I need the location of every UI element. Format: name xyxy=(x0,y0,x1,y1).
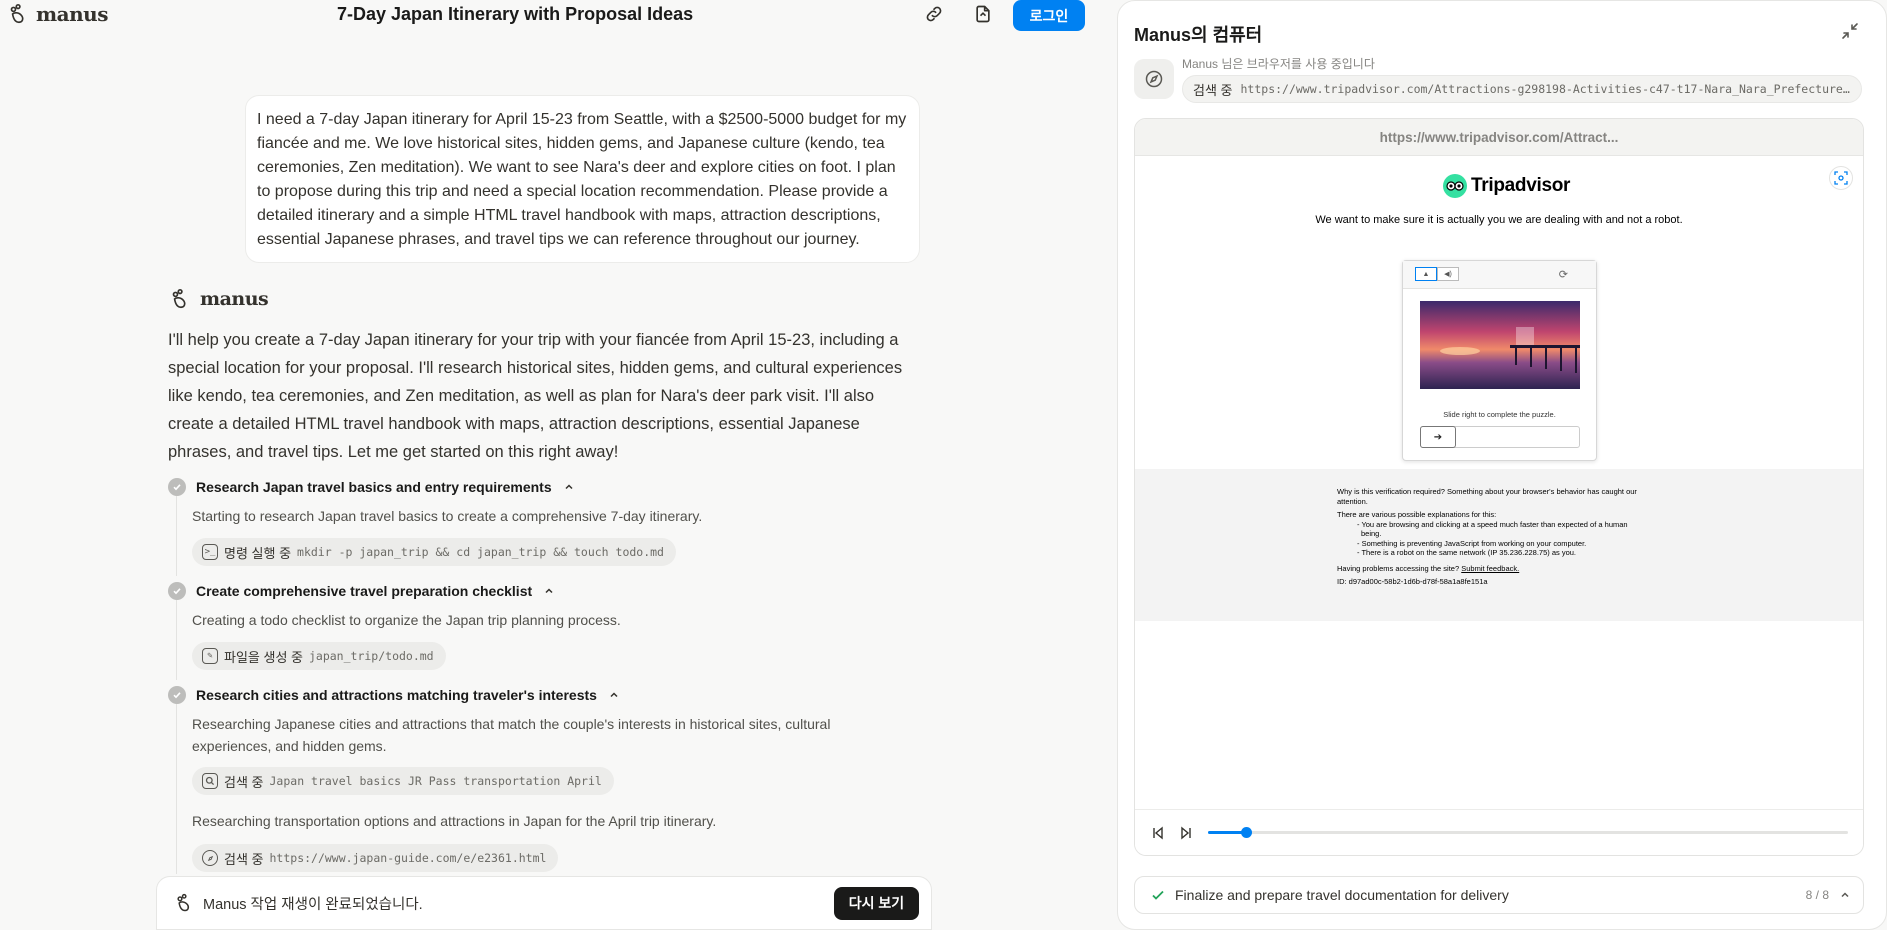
check-icon xyxy=(1152,890,1164,900)
step-1[interactable]: Research Japan travel basics and entry r… xyxy=(168,478,576,496)
captcha-hint: Slide right to complete the puzzle. xyxy=(1443,410,1556,419)
owl-icon xyxy=(1443,174,1467,198)
step-connector xyxy=(176,704,177,874)
browser-tool-icon xyxy=(1134,59,1174,99)
action-chip[interactable]: 검색 중 https://www.japan-guide.com/e/e2361… xyxy=(192,844,559,872)
step-connector xyxy=(176,496,177,576)
browser-viewport: Tripadvisor We want to make sure it is a… xyxy=(1135,156,1863,806)
step-description: Creating a todo checklist to organize th… xyxy=(192,612,621,628)
tripadvisor-logo: Tripadvisor xyxy=(1443,174,1570,198)
computer-panel: Manus의 컴퓨터 Manus 님은 브라우저를 사용 중입니다 검색 중 h… xyxy=(1117,0,1887,930)
action-chip[interactable]: >_ 명령 실행 중 mkdir -p japan_trip && cd jap… xyxy=(192,538,676,566)
captcha-header: ▲ ◀) ⟳ xyxy=(1403,261,1596,289)
action-url: https://www.tripadvisor.com/Attractions-… xyxy=(1240,82,1852,96)
chip-code: Japan travel basics JR Pass transportati… xyxy=(269,774,602,788)
reason-2: - Something is preventing JavaScript fro… xyxy=(1357,538,1587,548)
chevron-up-icon[interactable] xyxy=(562,480,576,494)
action-chip[interactable]: ✎ 파일을 생성 중 japan_trip/todo.md xyxy=(192,642,446,670)
replay-progress-knob[interactable] xyxy=(1241,827,1252,838)
collapse-icon[interactable] xyxy=(1840,21,1860,41)
task-count: 8 / 8 xyxy=(1805,888,1829,902)
step-3[interactable]: Research cities and attractions matching… xyxy=(168,686,621,704)
screenshot-icon[interactable] xyxy=(1829,166,1853,190)
assistant-name: manus xyxy=(200,288,269,310)
manus-paw-icon xyxy=(172,289,186,309)
step-description: Starting to research Japan travel basics… xyxy=(192,508,703,524)
tripadvisor-name: Tripadvisor xyxy=(1471,175,1571,196)
captcha-puzzle-image xyxy=(1420,301,1580,389)
search-icon xyxy=(202,773,218,789)
current-task-bar[interactable]: Finalize and prepare travel documentatio… xyxy=(1134,876,1864,914)
computer-panel-title: Manus의 컴퓨터 xyxy=(1134,25,1263,45)
robot-check-message: We want to make sure it is actually you … xyxy=(1315,214,1683,226)
assistant-label: manus xyxy=(170,288,269,310)
action-chip[interactable]: 검색 중 Japan travel basics JR Pass transpo… xyxy=(192,767,614,795)
manus-paw-icon xyxy=(177,893,190,912)
compass-icon xyxy=(202,850,218,866)
replay-player xyxy=(1135,809,1863,855)
brand-name: manus xyxy=(36,2,108,26)
browser-window: https://www.tripadvisor.com/Attract... T… xyxy=(1134,118,1864,856)
assistant-reply: I'll help you create a 7-day Japan itine… xyxy=(168,331,903,461)
why-title: Why is this verification required? Somet… xyxy=(1337,487,1637,506)
share-link-icon[interactable] xyxy=(922,2,946,26)
reason-1-cont: being. xyxy=(1361,529,1382,538)
file-export-icon[interactable] xyxy=(971,2,995,26)
reason-1: - You are browsing and clicking at a spe… xyxy=(1357,519,1628,529)
browser-url-bar: https://www.tripadvisor.com/Attract... xyxy=(1135,119,1863,156)
step-2[interactable]: Create comprehensive travel preparation … xyxy=(168,582,556,600)
chip-label: 파일을 생성 중 xyxy=(224,649,303,665)
skip-forward-icon[interactable] xyxy=(1177,824,1195,842)
current-task-text: Finalize and prepare travel documentatio… xyxy=(1175,887,1509,903)
check-icon xyxy=(168,686,186,704)
page-title: 7-Day Japan Itinerary with Proposal Idea… xyxy=(337,4,694,24)
replay-button[interactable]: 다시 보기 xyxy=(834,886,919,920)
chip-code: mkdir -p japan_trip && cd japan_trip && … xyxy=(297,545,664,559)
step-title: Research Japan travel basics and entry r… xyxy=(196,479,552,495)
replay-status-bar: Manus 작업 재생이 완료되었습니다. 다시 보기 xyxy=(156,876,932,930)
edit-file-icon: ✎ xyxy=(202,648,218,664)
skip-back-icon[interactable] xyxy=(1149,824,1167,842)
agent-status-text: Manus 님은 브라우저를 사용 중입니다 xyxy=(1182,57,1375,71)
audio-mode-icon[interactable]: ◀) xyxy=(1437,267,1459,281)
brand-logo[interactable]: manus xyxy=(8,2,108,26)
image-mode-icon[interactable]: ▲ xyxy=(1415,267,1437,281)
chip-label: 검색 중 xyxy=(224,774,264,790)
request-id: ID: d97ad00c-58b2-1d6b-d78f-58a1a8fe151a xyxy=(1337,577,1488,586)
user-message: I need a 7-day Japan itinerary for April… xyxy=(245,95,920,263)
chevron-up-icon[interactable] xyxy=(542,584,556,598)
chat-pane: manus 7-Day Japan Itinerary with Proposa… xyxy=(0,0,1100,930)
verification-explanation: Why is this verification required? Somet… xyxy=(1135,469,1863,621)
check-icon xyxy=(168,478,186,496)
manus-paw-icon xyxy=(10,4,24,24)
submit-feedback-link[interactable]: Submit feedback. xyxy=(1461,564,1519,573)
slider-arrow-icon[interactable]: ➔ xyxy=(1420,426,1456,448)
chip-code: https://www.japan-guide.com/e/e2361.html xyxy=(269,851,547,865)
why-intro: There are various possible explanations … xyxy=(1337,510,1497,519)
step-title: Create comprehensive travel preparation … xyxy=(196,583,533,599)
replay-status-message: Manus 작업 재생이 완료되었습니다. xyxy=(203,896,423,913)
replay-progress-track[interactable] xyxy=(1208,827,1848,838)
terminal-icon: >_ xyxy=(202,544,218,560)
action-label: 검색 중 xyxy=(1193,82,1233,98)
check-icon xyxy=(168,582,186,600)
reason-3: - There is a robot on the same network (… xyxy=(1357,548,1577,557)
current-action-pill: 검색 중 https://www.tripadvisor.com/Attract… xyxy=(1182,75,1862,103)
captcha-widget: ▲ ◀) ⟳ Slide right to complete the puzzl… xyxy=(1402,260,1597,461)
captcha-slider-track[interactable]: ➔ xyxy=(1420,426,1580,448)
chip-label: 명령 실행 중 xyxy=(224,545,292,561)
step-description: Researching Japanese cities and attracti… xyxy=(192,716,831,754)
chip-code: japan_trip/todo.md xyxy=(308,649,434,663)
step-connector xyxy=(176,600,177,680)
login-button[interactable]: 로그인 xyxy=(1013,0,1085,31)
step-title: Research cities and attractions matching… xyxy=(196,687,597,703)
chevron-up-icon[interactable] xyxy=(1839,889,1851,901)
step-description: Researching transportation options and a… xyxy=(192,813,717,829)
chip-label: 검색 중 xyxy=(224,851,264,867)
problems-text: Having problems accessing the site? xyxy=(1337,563,1460,573)
refresh-icon[interactable]: ⟳ xyxy=(1559,268,1568,281)
chevron-up-icon[interactable] xyxy=(607,688,621,702)
